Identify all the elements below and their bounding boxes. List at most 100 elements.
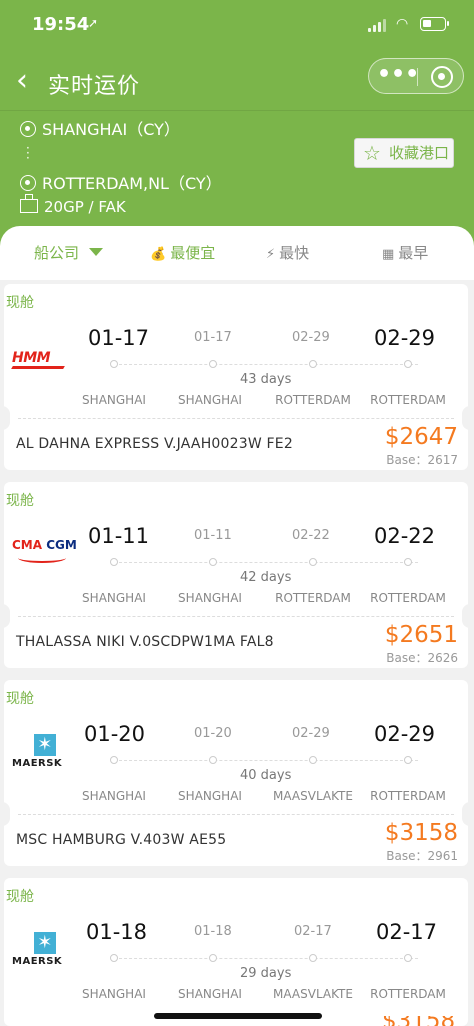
- destination-port: ROTTERDAM,NL（CY）: [42, 174, 222, 193]
- port-label: SHANGHAI: [178, 987, 242, 1001]
- rate-card[interactable]: 现舱 HMM 01-17 01-17 02-29 02-29 43 days S…: [4, 284, 468, 470]
- vessel-info: MSC HAMBURG V.403W AE55: [16, 832, 227, 848]
- favorite-label: 收藏港口: [389, 144, 450, 162]
- arrival-date: 02-29: [374, 326, 436, 350]
- transit-days: 40 days: [240, 768, 292, 783]
- departure-sub-date: 01-18: [194, 924, 232, 939]
- carrier-logo-maersk: ✶ MAERSK: [12, 932, 63, 967]
- status-time: 19:54: [32, 14, 90, 35]
- favorite-port-button[interactable]: ☆ 收藏港口: [354, 138, 454, 168]
- origin-port: SHANGHAI（CY）: [42, 120, 180, 139]
- transit-days: 43 days: [240, 372, 292, 387]
- timeline-dot: [309, 756, 317, 764]
- departure-date: 01-11: [88, 524, 150, 548]
- battery-icon: [420, 17, 449, 31]
- arrival-sub-date: 02-22: [292, 528, 330, 543]
- signal-icon: [368, 18, 388, 32]
- stock-tag: 现舱: [6, 889, 34, 905]
- rate-card[interactable]: 现舱 ✶ MAERSK 01-18 01-18 02-17 02-17 29 da…: [4, 878, 468, 1026]
- calendar-icon: ▦: [382, 247, 395, 262]
- timeline-line: [114, 760, 418, 761]
- port-label: SHANGHAI: [82, 789, 146, 803]
- port-label: SHANGHAI: [82, 393, 146, 407]
- filter-earliest-label: 最早: [398, 244, 429, 262]
- price: $3158: [382, 1016, 466, 1026]
- price: $2647: [384, 424, 458, 450]
- cargo-row: 20GP / FAK: [20, 194, 126, 216]
- close-target-icon[interactable]: [431, 66, 453, 88]
- stock-tag: 现舱: [6, 295, 34, 311]
- base-price: Base：2617: [386, 453, 458, 467]
- departure-sub-date: 01-20: [194, 726, 232, 741]
- origin-port-icon: [20, 121, 36, 137]
- vessel-info: AL DAHNA EXPRESS V.JAAH0023W FE2: [16, 436, 293, 452]
- timeline-line: [114, 958, 418, 959]
- more-icon[interactable]: •••: [377, 61, 419, 91]
- timeline-dot: [404, 954, 412, 962]
- capsule-divider: [417, 68, 418, 86]
- port-label: SHANGHAI: [178, 393, 242, 407]
- filter-cheapest[interactable]: 💰 最便宜: [150, 242, 215, 263]
- arrival-date: 02-29: [374, 722, 436, 746]
- arrival-sub-date: 02-17: [294, 924, 332, 939]
- rate-card[interactable]: 现舱 CMA CGM 01-11 01-11 02-22 02-22 42 da…: [4, 482, 468, 668]
- lightning-icon: ⚡: [266, 247, 276, 262]
- chevron-left-icon[interactable]: ‹: [16, 66, 40, 98]
- card-divider: [18, 418, 454, 419]
- transit-days: 42 days: [240, 570, 292, 585]
- money-bag-icon: 💰: [150, 247, 167, 262]
- triangle-down-icon: [89, 248, 104, 256]
- departure-date: 01-17: [88, 326, 150, 350]
- stock-tag: 现舱: [6, 493, 34, 509]
- card-notch: [4, 406, 10, 430]
- price: $3158: [384, 820, 458, 846]
- destination-row: ROTTERDAM,NL（CY）: [20, 170, 222, 194]
- timeline-dot: [309, 954, 317, 962]
- home-indicator[interactable]: [154, 1013, 322, 1019]
- port-label: SHANGHAI: [82, 987, 146, 1001]
- timeline-dot: [110, 756, 118, 764]
- filter-earliest[interactable]: ▦ 最早: [382, 242, 428, 263]
- port-label: MAASVLAKTE: [273, 987, 353, 1001]
- timeline-dot: [309, 558, 317, 566]
- route-connector: · · ·: [26, 141, 30, 165]
- port-label: MAASVLAKTE: [273, 789, 353, 803]
- wifi-icon: ◠: [396, 16, 409, 32]
- timeline-dot: [404, 558, 412, 566]
- carrier-logo-cma-cgm: CMA CGM: [12, 538, 78, 578]
- carrier-logo-hmm: HMM: [12, 350, 78, 390]
- port-label: SHANGHAI: [82, 591, 146, 605]
- timeline-dot: [209, 954, 217, 962]
- page-title: 实时运价: [48, 74, 141, 99]
- arrival-date: 02-22: [374, 524, 436, 548]
- port-label: ROTTERDAM: [370, 987, 446, 1001]
- card-notch: [462, 604, 468, 628]
- destination-port-icon: [20, 175, 36, 191]
- departure-sub-date: 01-17: [194, 330, 232, 345]
- timeline-dot: [404, 756, 412, 764]
- maersk-star-icon: ✶: [34, 734, 56, 756]
- cargo-type: 20GP / FAK: [44, 198, 126, 216]
- card-notch: [4, 802, 10, 826]
- port-label: SHANGHAI: [178, 591, 242, 605]
- origin-row: SHANGHAI（CY）: [20, 116, 180, 140]
- departure-sub-date: 01-11: [194, 528, 232, 543]
- status-bar: 19:54 ➚ ◠: [0, 0, 474, 50]
- timeline-dot: [110, 558, 118, 566]
- filter-carrier[interactable]: 船公司: [34, 242, 104, 263]
- base-price: Base：2626: [386, 651, 458, 665]
- arrival-sub-date: 02-29: [292, 726, 330, 741]
- transit-days: 29 days: [240, 966, 292, 981]
- location-arrow-icon: ➚: [88, 16, 99, 30]
- price: $2651: [384, 622, 458, 648]
- timeline-dot: [209, 756, 217, 764]
- container-icon: [20, 194, 38, 213]
- filter-fastest[interactable]: ⚡ 最快: [266, 242, 309, 263]
- timeline-dot: [309, 360, 317, 368]
- card-notch: [462, 802, 468, 826]
- arrival-date: 02-17: [376, 920, 438, 944]
- card-divider: [18, 814, 454, 815]
- rate-card[interactable]: 现舱 ✶ MAERSK 01-20 01-20 02-29 02-29 40 da…: [4, 680, 468, 866]
- base-price: Base：2961: [386, 849, 458, 863]
- stock-tag: 现舱: [6, 691, 34, 707]
